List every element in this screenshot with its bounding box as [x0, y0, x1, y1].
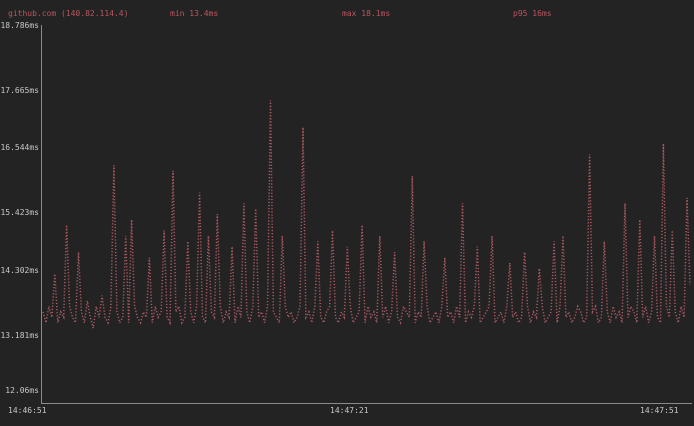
latency-plot: [0, 0, 694, 426]
latency-series-path: [43, 100, 690, 328]
